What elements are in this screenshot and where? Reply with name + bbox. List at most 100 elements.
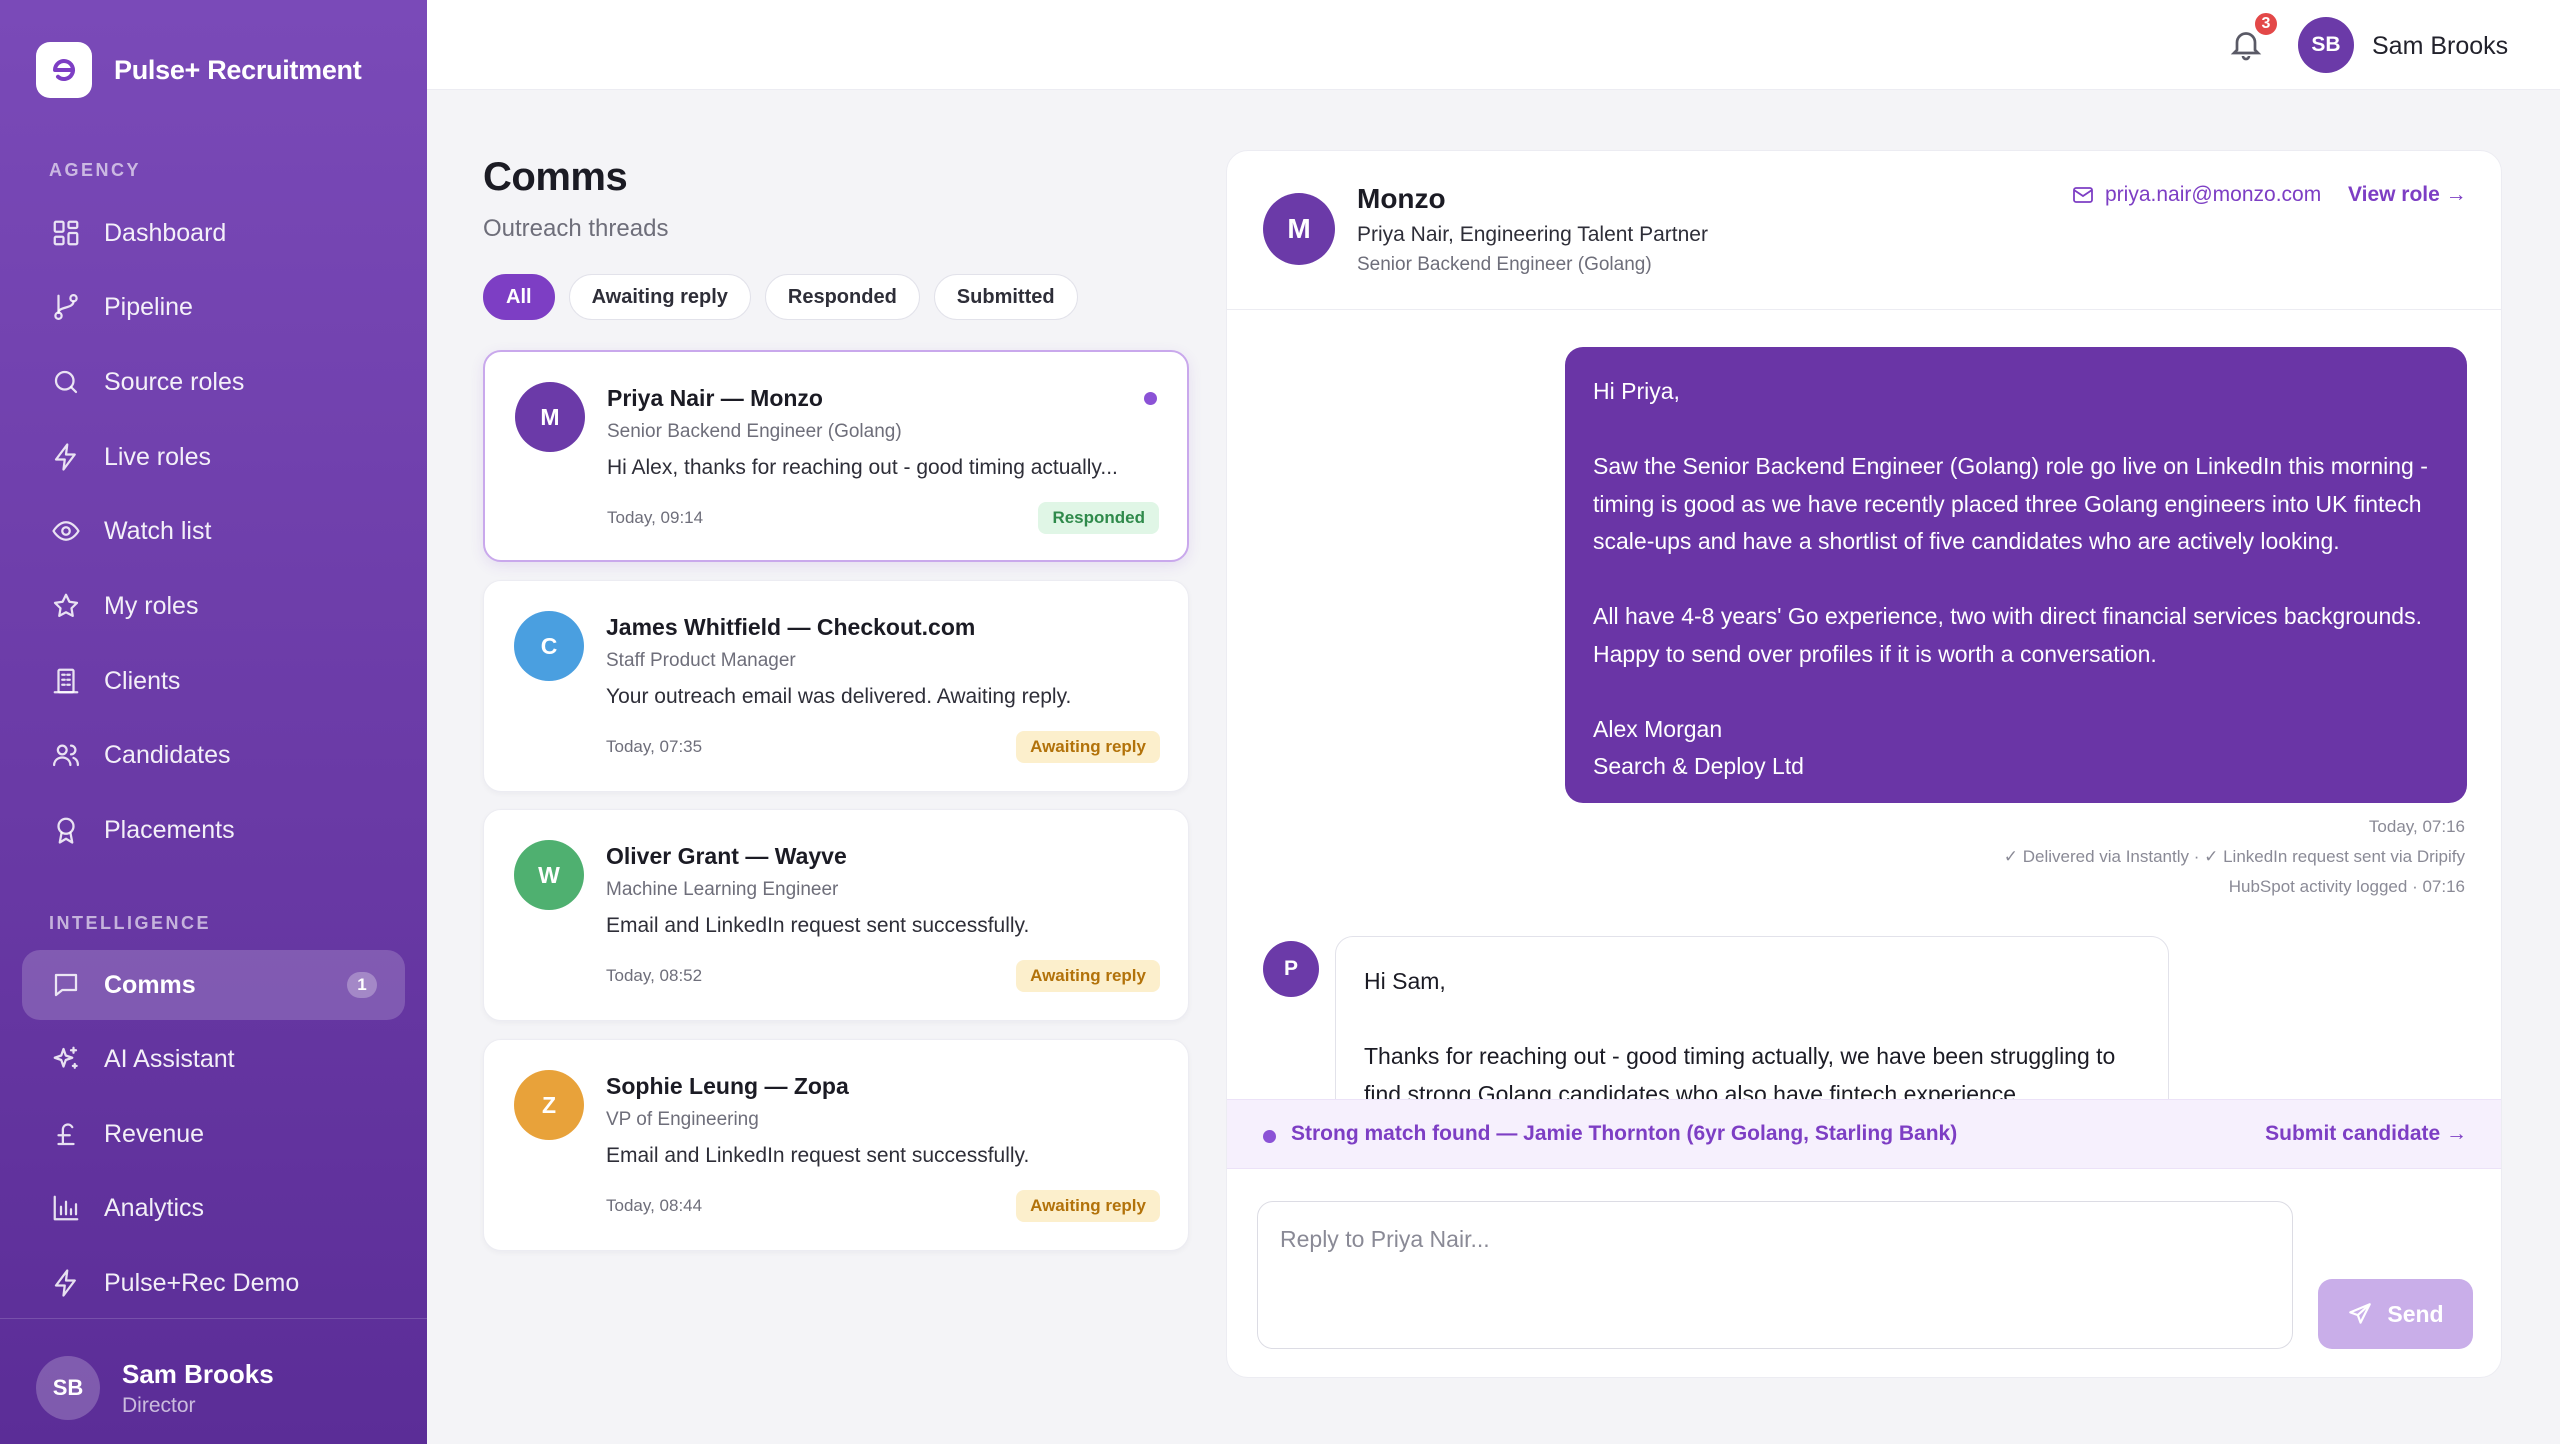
- thread-preview: Email and LinkedIn request sent successf…: [606, 914, 1030, 937]
- thread-card[interactable]: C James Whitfield — Checkout.com Staff P…: [483, 580, 1189, 792]
- email-address: priya.nair@monzo.com: [2105, 183, 2322, 206]
- conversation-company: Monzo: [1357, 183, 1446, 214]
- message-line: Hi Priya,: [1593, 378, 1680, 404]
- comms-count-badge: 1: [347, 972, 377, 998]
- view-role-link[interactable]: View role →: [2348, 183, 2467, 207]
- branch-icon: [50, 291, 82, 323]
- sidebar-item-label: Analytics: [104, 1193, 205, 1222]
- filter-responded[interactable]: Responded: [764, 274, 920, 320]
- grid-icon: [50, 217, 82, 249]
- sidebar-item-label: My roles: [104, 591, 199, 620]
- signature-company: Search & Deploy Ltd: [1593, 753, 1804, 779]
- thread-time: Today, 07:35: [606, 737, 703, 756]
- page-subtitle: Outreach threads: [483, 215, 669, 242]
- thread-name: Priya Nair — Monzo: [607, 385, 823, 411]
- outgoing-message: Hi Priya, Saw the Senior Backend Enginee…: [1565, 347, 2467, 803]
- message-line: scale-ups and have a shortlist of five c…: [1593, 528, 2340, 554]
- sidebar-item-watch-list[interactable]: Watch list: [22, 496, 405, 566]
- sidebar-item-dashboard[interactable]: Dashboard: [22, 198, 405, 268]
- mail-icon: [2073, 187, 2093, 203]
- section-label-agency: AGENCY: [49, 160, 142, 180]
- message-line: Hi Sam,: [1364, 968, 1446, 994]
- bolt-icon: [50, 1267, 82, 1299]
- sidebar-user[interactable]: SB Sam Brooks Director: [36, 1356, 274, 1420]
- sidebar-item-pipeline[interactable]: Pipeline: [22, 272, 405, 342]
- sidebar-item-source-roles[interactable]: Source roles: [22, 347, 405, 417]
- thread-name: James Whitfield — Checkout.com: [606, 614, 976, 640]
- brand-logo-icon: [36, 42, 92, 98]
- bar-chart-icon: [50, 1192, 82, 1224]
- search-icon: [50, 366, 82, 398]
- sidebar-item-revenue[interactable]: Revenue: [22, 1099, 405, 1169]
- conversation-role: Senior Backend Engineer (Golang): [1357, 254, 1652, 275]
- sidebar-item-comms[interactable]: Comms 1: [22, 950, 405, 1020]
- section-label-intelligence: INTELLIGENCE: [49, 913, 212, 933]
- thread-preview: Email and LinkedIn request sent successf…: [606, 1144, 1030, 1167]
- thread-card[interactable]: Z Sophie Leung — Zopa VP of Engineering …: [483, 1039, 1189, 1251]
- sidebar-item-my-roles[interactable]: My roles: [22, 571, 405, 641]
- filter-submitted[interactable]: Submitted: [933, 274, 1078, 320]
- avatar: P: [1263, 941, 1319, 997]
- avatar: SB: [36, 1356, 100, 1420]
- sidebar-item-clients[interactable]: Clients: [22, 646, 405, 716]
- thread-role: Machine Learning Engineer: [606, 879, 839, 900]
- status-badge: Responded: [1038, 502, 1159, 534]
- match-banner: Strong match found — Jamie Thornton (6yr…: [1227, 1099, 2501, 1169]
- email-link[interactable]: priya.nair@monzo.com: [2071, 183, 2321, 207]
- send-icon: [2349, 1303, 2372, 1324]
- filter-chips: All Awaiting reply Responded Submitted: [483, 274, 1078, 320]
- reply-input[interactable]: [1257, 1201, 2293, 1349]
- signature-name: Alex Morgan: [1593, 715, 1723, 742]
- sidebar-item-candidates[interactable]: Candidates: [22, 720, 405, 790]
- sidebar-item-label: AI Assistant: [104, 1044, 235, 1073]
- sidebar-item-label: Placements: [104, 815, 235, 844]
- avatar[interactable]: SB: [2298, 17, 2354, 73]
- thread-time: Today, 09:14: [607, 508, 704, 527]
- delivery-status: ✓ Delivered via Instantly · ✓ LinkedIn r…: [2003, 847, 2465, 866]
- message-line: timing is good as we have recently place…: [1593, 490, 2422, 517]
- conversation-contact: Priya Nair, Engineering Talent Partner: [1357, 223, 1708, 246]
- thread-role: Senior Backend Engineer (Golang): [607, 421, 902, 442]
- status-badge: Awaiting reply: [1016, 731, 1160, 763]
- page-title: Comms: [483, 155, 628, 199]
- star-icon: [50, 590, 82, 622]
- thread-role: Staff Product Manager: [606, 650, 796, 671]
- thread-card[interactable]: W Oliver Grant — Wayve Machine Learning …: [483, 809, 1189, 1021]
- filter-all[interactable]: All: [483, 274, 555, 320]
- avatar: M: [515, 382, 585, 452]
- sidebar-item-ai-assistant[interactable]: AI Assistant: [22, 1024, 405, 1094]
- thread-name: Sophie Leung — Zopa: [606, 1073, 849, 1099]
- sidebar-item-label: Watch list: [104, 516, 212, 545]
- send-button[interactable]: Send: [2318, 1279, 2473, 1349]
- sidebar-item-live-roles[interactable]: Live roles: [22, 422, 405, 492]
- sidebar-item-pulserec-demo[interactable]: Pulse+Rec Demo: [22, 1248, 405, 1318]
- message-line: Saw the Senior Backend Engineer (Golang)…: [1593, 453, 2428, 479]
- match-text: Strong match found — Jamie Thornton (6yr…: [1291, 1122, 1958, 1145]
- sidebar-user-name: Sam Brooks: [122, 1358, 274, 1389]
- sidebar-item-label: Clients: [104, 666, 181, 695]
- conversation-header: M Monzo Priya Nair, Engineering Talent P…: [1227, 151, 2501, 310]
- brand-name: Pulse+ Recruitment: [114, 54, 362, 85]
- pound-icon: [50, 1118, 82, 1150]
- avatar: M: [1263, 193, 1335, 265]
- message-time: Today, 07:16: [2368, 817, 2465, 836]
- sidebar-item-label: Source roles: [104, 367, 245, 396]
- submit-candidate-link[interactable]: Submit candidate →: [2265, 1122, 2467, 1146]
- avatar: Z: [514, 1070, 584, 1140]
- send-label: Send: [2387, 1300, 2444, 1327]
- filter-awaiting-reply[interactable]: Awaiting reply: [568, 274, 751, 320]
- award-icon: [50, 814, 82, 846]
- sidebar-item-label: Live roles: [104, 442, 211, 471]
- brand[interactable]: Pulse+ Recruitment: [36, 42, 362, 98]
- unread-dot: [1144, 392, 1157, 405]
- sidebar-item-placements[interactable]: Placements: [22, 795, 405, 865]
- avatar: W: [514, 840, 584, 910]
- topbar-user-name[interactable]: Sam Brooks: [2372, 32, 2508, 61]
- users-icon: [50, 739, 82, 771]
- thread-card[interactable]: M Priya Nair — Monzo Senior Backend Engi…: [483, 350, 1189, 562]
- sidebar-item-analytics[interactable]: Analytics: [22, 1173, 405, 1243]
- sparkle-icon: [50, 1043, 82, 1075]
- status-badge: Awaiting reply: [1016, 960, 1160, 992]
- message-icon: [50, 969, 82, 1001]
- message-line: Thanks for reaching out - good timing ac…: [1364, 1043, 2116, 1069]
